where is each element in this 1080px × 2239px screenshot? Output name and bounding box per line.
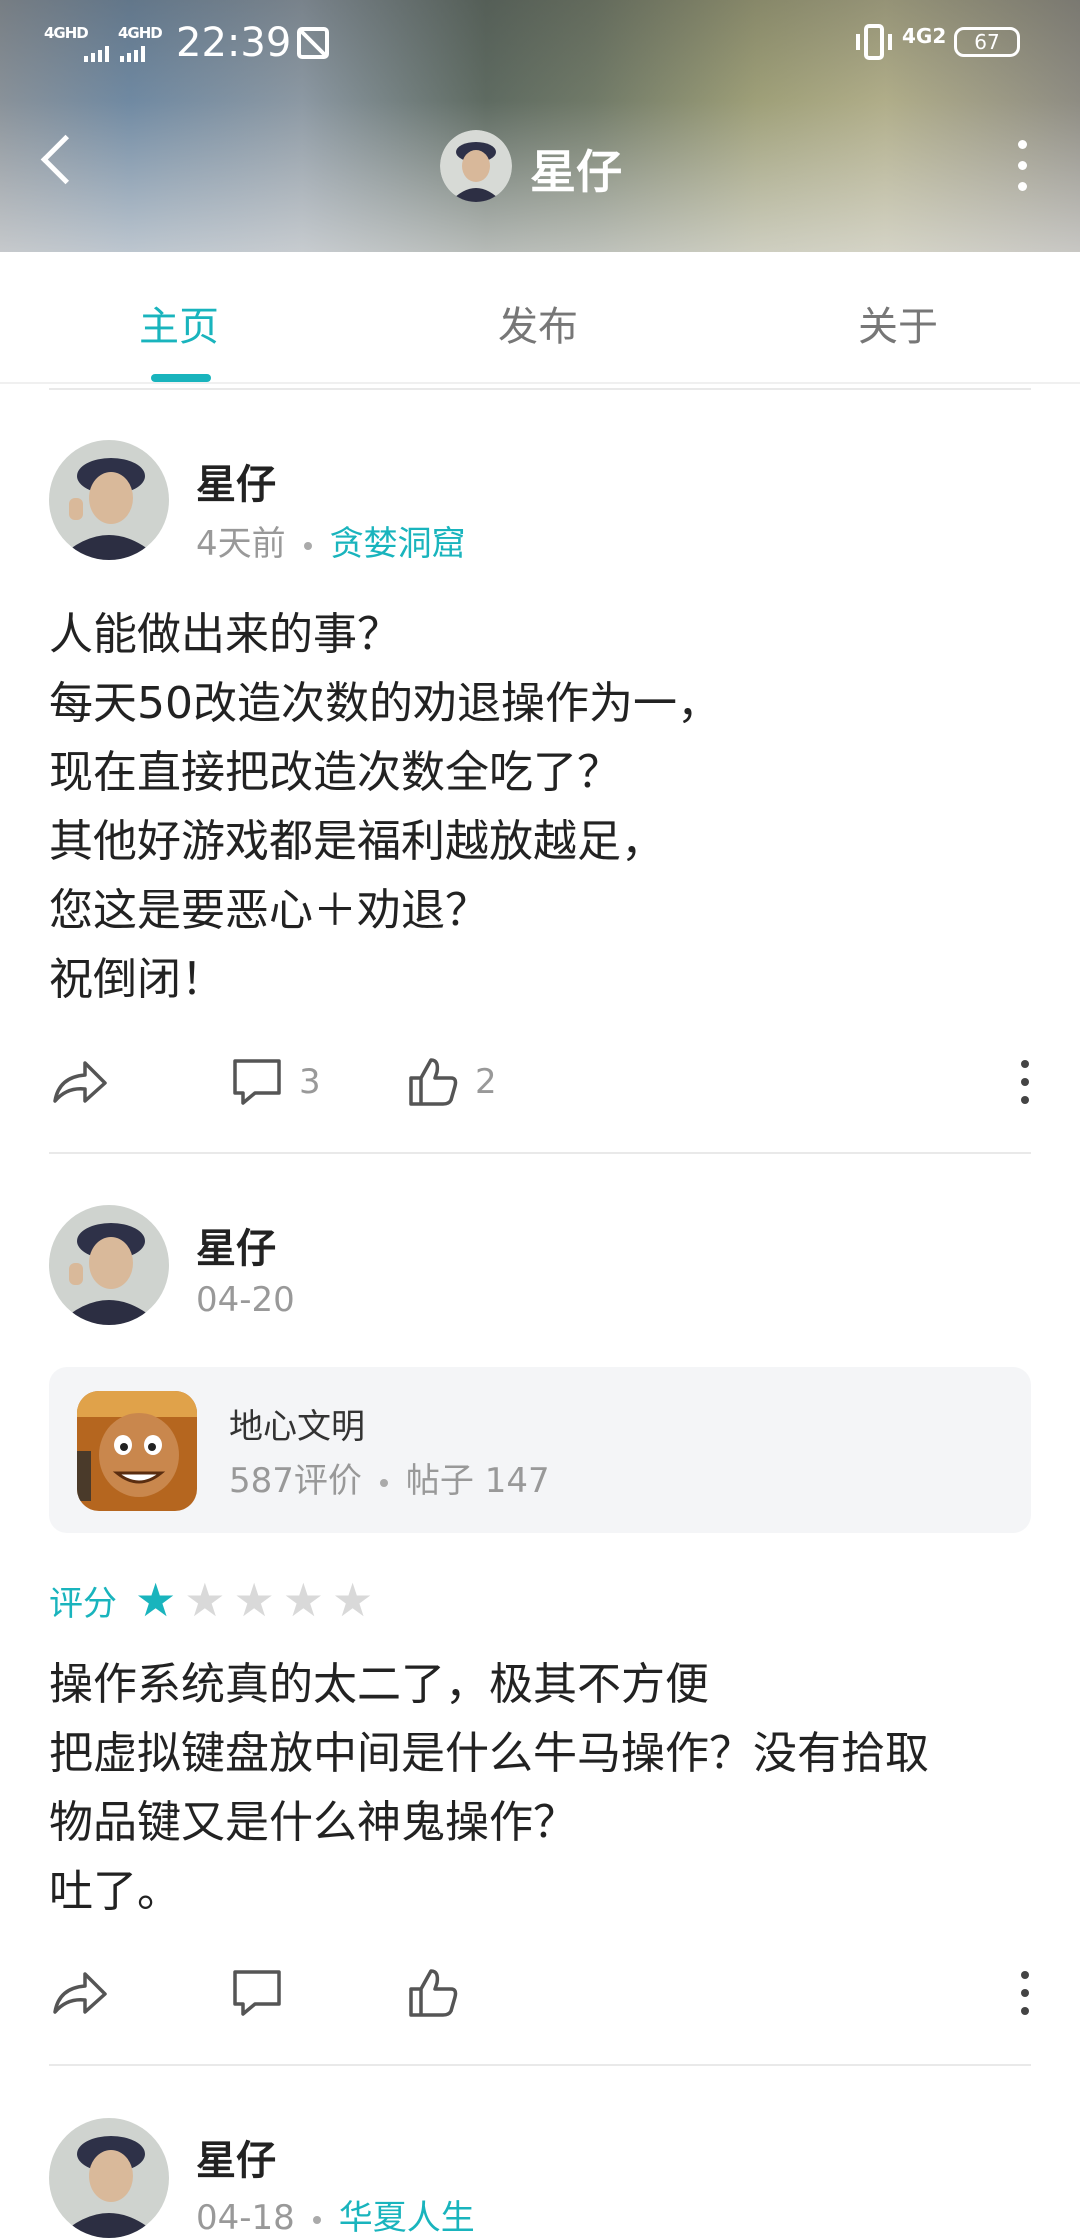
- avatar[interactable]: [49, 1205, 169, 1325]
- share-button[interactable]: [51, 1963, 109, 2023]
- tab-posts[interactable]: 发布: [498, 294, 578, 352]
- signal-2-label: 4GHD: [118, 24, 163, 42]
- thumbs-up-icon: [409, 1058, 458, 1106]
- post-line: 每天50改造次数的劝退操作为一，: [49, 678, 721, 729]
- comment-icon: [233, 1059, 281, 1105]
- post-time: 04-20: [196, 1280, 295, 1320]
- divider: [49, 1152, 1031, 1154]
- star-empty-icon: ★: [184, 1573, 226, 1627]
- battery-indicator: 67: [954, 27, 1020, 57]
- author-name[interactable]: 星仔: [196, 452, 276, 510]
- comment-button[interactable]: [231, 1963, 283, 2023]
- game-card[interactable]: 地心文明 587评价 帖子 147: [49, 1367, 1031, 1533]
- post-time: 04-18: [196, 2198, 295, 2238]
- like-button[interactable]: 2: [407, 1052, 497, 1112]
- star-empty-icon: ★: [233, 1573, 275, 1627]
- post-line: 操作系统真的太二了，极其不方便: [49, 1659, 709, 1710]
- post-line: 人能做出来的事？: [49, 609, 401, 660]
- share-icon: [53, 1972, 107, 2014]
- active-tab-indicator: [151, 374, 211, 382]
- separator-dot: [379, 1478, 388, 1487]
- signal-1-label: 4GHD: [44, 24, 89, 42]
- comment-button[interactable]: 3: [231, 1052, 321, 1112]
- game-icon: [77, 1391, 197, 1511]
- comment-count: 3: [299, 1062, 321, 1102]
- game-stats: 587评价 帖子 147: [229, 1453, 550, 1502]
- nav-bar: 星仔: [0, 120, 1080, 220]
- post-body[interactable]: 人能做出来的事？ 每天50改造次数的劝退操作为一， 现在直接把改造次数全吃了？ …: [49, 600, 1039, 1014]
- review-count: 587评价: [229, 1461, 362, 1501]
- network-label: 4G2: [902, 24, 947, 48]
- divider: [49, 388, 1031, 390]
- more-options-icon[interactable]: [1018, 140, 1030, 203]
- share-button[interactable]: [51, 1052, 109, 1112]
- post-meta: 04-20: [196, 1280, 295, 1320]
- post-meta: 4天前 贪婪洞窟: [196, 516, 466, 565]
- post-line: 其他好游戏都是福利越放越足，: [49, 816, 665, 867]
- sync-icon: [296, 26, 330, 64]
- tab-about[interactable]: 关于: [858, 294, 938, 352]
- status-bar: 4GHD 4GHD 22:39 4G2 67: [0, 0, 1080, 88]
- post-line: 物品键又是什么神鬼操作？: [49, 1797, 577, 1848]
- post-body[interactable]: 操作系统真的太二了，极其不方便 把虚拟键盘放中间是什么牛马操作？没有拾取 物品键…: [49, 1650, 1039, 1926]
- avatar[interactable]: [49, 440, 169, 560]
- back-icon[interactable]: [40, 134, 91, 185]
- game-tag[interactable]: 贪婪洞窟: [330, 524, 466, 564]
- vibrate-icon: [854, 24, 894, 64]
- post-line: 您这是要恶心＋劝退？: [49, 885, 489, 936]
- rating-label: 评分: [49, 1583, 117, 1624]
- avatar[interactable]: [49, 2118, 169, 2238]
- post-line: 把虚拟键盘放中间是什么牛马操作？没有拾取: [49, 1728, 929, 1779]
- post-more-icon[interactable]: [1021, 1971, 1031, 2025]
- author-name[interactable]: 星仔: [196, 1216, 276, 1274]
- author-name[interactable]: 星仔: [196, 2128, 276, 2186]
- post-line: 现在直接把改造次数全吃了？: [49, 747, 621, 798]
- like-count: 2: [475, 1062, 497, 1102]
- post-more-icon[interactable]: [1021, 1060, 1031, 1114]
- post-line: 吐了。: [49, 1866, 181, 1917]
- signal-2-icon: [120, 46, 164, 66]
- nav-title: 星仔: [530, 145, 622, 199]
- comment-icon: [233, 1970, 281, 2016]
- game-tag[interactable]: 华夏人生: [339, 2198, 475, 2238]
- star-rating: ★ ★ ★ ★ ★: [135, 1577, 381, 1623]
- separator-dot: [312, 2215, 321, 2224]
- post-meta: 04-18 华夏人生: [196, 2190, 475, 2239]
- like-button[interactable]: [407, 1963, 459, 2023]
- tab-bar: 主页 发布 关于: [0, 252, 1080, 384]
- share-icon: [53, 1061, 107, 1103]
- post-actions: [49, 1963, 1031, 2023]
- clock: 22:39: [176, 20, 292, 66]
- post-actions: 3 2: [49, 1052, 1031, 1112]
- rating-row: 评分 ★ ★ ★ ★ ★: [49, 1575, 381, 1625]
- post-time: 4天前: [196, 524, 286, 564]
- star-empty-icon: ★: [282, 1573, 324, 1627]
- post-line: 祝倒闭！: [49, 954, 225, 1005]
- game-post-count: 帖子 147: [405, 1461, 550, 1501]
- thumbs-up-icon: [409, 1969, 458, 2017]
- signal-1-icon: [84, 46, 114, 66]
- nav-avatar[interactable]: [440, 130, 512, 202]
- star-empty-icon: ★: [332, 1573, 374, 1627]
- divider: [49, 2064, 1031, 2066]
- separator-dot: [303, 541, 312, 550]
- tab-home[interactable]: 主页: [139, 294, 219, 352]
- game-name: 地心文明: [229, 1407, 365, 1447]
- star-filled-icon: ★: [135, 1573, 177, 1627]
